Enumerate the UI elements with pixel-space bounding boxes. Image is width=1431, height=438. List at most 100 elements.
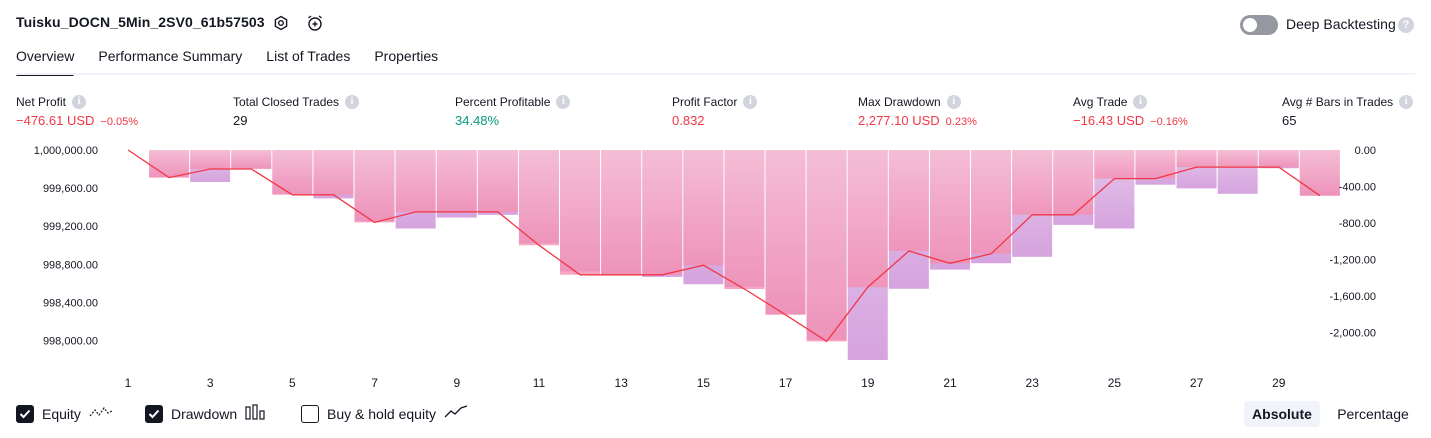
equity-area-segment: [929, 150, 970, 264]
alarm-clock-plus-icon[interactable]: [306, 14, 324, 32]
x-axis-tick-label: 23: [1026, 376, 1040, 390]
equity-area-segment: [724, 150, 765, 290]
equity-area-segment: [1299, 150, 1340, 196]
stat-label: Avg # Bars in Trades: [1282, 95, 1394, 109]
x-axis-tick-label: 21: [943, 376, 957, 390]
equity-area-segment: [1053, 150, 1094, 215]
stat-net-profit: Net Profit i −476.61 USD −0.05%: [16, 94, 138, 128]
tab-bar: Overview Performance Summary List of Tra…: [16, 48, 462, 76]
deep-backtesting-toggle[interactable]: [1240, 15, 1278, 35]
stat-label: Total Closed Trades: [233, 95, 340, 109]
toggle-knob: [1243, 18, 1257, 32]
strategy-title: Tuisku_DOCN_5Min_2SV0_61b57503: [16, 14, 265, 30]
equity-area-segment: [1217, 150, 1258, 168]
stat-label: Net Profit: [16, 95, 67, 109]
tab-performance-summary[interactable]: Performance Summary: [98, 48, 242, 74]
right-axis-tick-label: -1,200.00: [1330, 255, 1376, 267]
right-axis-tick-label: -2,000.00: [1330, 328, 1376, 340]
tab-list-of-trades[interactable]: List of Trades: [266, 48, 350, 74]
info-icon[interactable]: i: [72, 95, 87, 109]
x-axis-tick-label: 7: [371, 376, 378, 390]
left-axis-tick-label: 1,000,000.00: [34, 145, 98, 157]
equity-area-segment: [1094, 150, 1135, 179]
equity-area-segment: [436, 150, 477, 212]
left-axis-tick-label: 999,600.00: [43, 183, 98, 195]
info-icon[interactable]: i: [345, 95, 360, 109]
buy-hold-checkbox[interactable]: [301, 404, 319, 423]
x-axis-tick-label: 13: [615, 376, 629, 390]
right-axis-tick-label: -800.00: [1339, 218, 1376, 230]
equity-line-icon: [89, 404, 113, 423]
tab-overview[interactable]: Overview: [16, 48, 75, 76]
x-axis-tick-label: 27: [1190, 376, 1204, 390]
info-icon[interactable]: i: [556, 95, 571, 109]
right-axis-tick-label: 0.00: [1355, 145, 1376, 157]
x-axis-tick-label: 9: [453, 376, 460, 390]
left-axis-tick-label: 998,400.00: [43, 297, 98, 309]
stat-value: 34.48%: [455, 113, 500, 128]
stat-avg-bars-in-trades: Avg # Bars in Trades i 65: [1282, 94, 1414, 128]
info-icon[interactable]: i: [743, 95, 758, 109]
percentage-button[interactable]: Percentage: [1322, 401, 1424, 427]
legend-drawdown[interactable]: Drawdown: [145, 404, 267, 423]
right-axis-tick-label: -1,600.00: [1330, 291, 1376, 303]
stat-percent: −0.16%: [1150, 116, 1188, 128]
stat-value: 29: [233, 113, 248, 128]
info-icon[interactable]: i: [946, 95, 961, 109]
right-axis-tick-label: -400.00: [1339, 182, 1376, 194]
left-axis-tick-label: 999,200.00: [43, 221, 98, 233]
stat-value: 2,277.10 USD: [858, 113, 940, 128]
equity-area-segment: [847, 150, 888, 288]
buy-hold-line-icon: [444, 404, 468, 423]
drawdown-bars-icon: [245, 404, 267, 423]
equity-drawdown-chart[interactable]: 1,000,000.00 999,600.00 999,200.00 998,800.…: [0, 136, 1431, 394]
equity-area-segment: [683, 150, 724, 266]
drawdown-checkbox[interactable]: [145, 404, 163, 423]
stat-label: Avg Trade: [1073, 95, 1128, 109]
tab-divider: [16, 73, 1415, 75]
stat-percent: −0.05%: [100, 116, 139, 128]
help-icon[interactable]: ?: [1398, 17, 1414, 33]
equity-area-segment: [765, 150, 806, 315]
x-axis-tick-label: 25: [1108, 376, 1122, 390]
equity-area-segment: [477, 150, 518, 212]
equity-area-segment: [231, 150, 272, 170]
equity-checkbox[interactable]: [16, 404, 34, 423]
x-axis-tick-label: 19: [861, 376, 875, 390]
equity-area-segment: [560, 150, 601, 275]
equity-area-segment: [190, 150, 231, 170]
equity-area-segment: [313, 150, 354, 195]
stat-label: Profit Factor: [672, 95, 738, 109]
equity-area-segment: [601, 150, 642, 275]
stat-percent: 0.23%: [945, 116, 977, 128]
equity-area-segment: [518, 150, 559, 246]
left-axis-tick-label: 998,000.00: [43, 335, 98, 347]
equity-area-segment: [354, 150, 395, 223]
x-axis-tick-label: 3: [207, 376, 214, 390]
deep-backtesting-label: Deep Backtesting: [1286, 16, 1396, 32]
stat-max-drawdown: Max Drawdown i 2,277.10 USD 0.23%: [858, 94, 977, 128]
left-axis-tick-label: 998,800.00: [43, 259, 98, 271]
x-axis-tick-label: 11: [533, 376, 546, 390]
stat-value: −16.43 USD: [1073, 113, 1145, 128]
legend-equity[interactable]: Equity: [16, 404, 113, 423]
equity-area-segment: [806, 150, 847, 342]
x-axis-tick-label: 15: [697, 376, 711, 390]
info-icon[interactable]: i: [1399, 95, 1414, 109]
stat-percent-profitable: Percent Profitable i 34.48%: [455, 94, 571, 128]
equity-area-segment: [1012, 150, 1053, 215]
equity-area-segment: [888, 150, 929, 251]
equity-area-segment: [272, 150, 313, 195]
equity-area-segment: [395, 150, 436, 212]
x-axis-tick-label: 29: [1272, 376, 1286, 390]
stat-profit-factor: Profit Factor i 0.832: [672, 94, 758, 128]
x-axis-tick-label: 1: [125, 376, 132, 390]
stat-value: 65: [1282, 113, 1297, 128]
absolute-button[interactable]: Absolute: [1244, 401, 1320, 427]
info-icon[interactable]: i: [1133, 95, 1148, 109]
tab-properties[interactable]: Properties: [374, 48, 438, 74]
stat-avg-trade: Avg Trade i −16.43 USD −0.16%: [1073, 94, 1188, 128]
legend-equity-label: Equity: [42, 405, 81, 422]
gear-icon[interactable]: [272, 14, 290, 32]
legend-buy-hold[interactable]: Buy & hold equity: [301, 404, 468, 423]
